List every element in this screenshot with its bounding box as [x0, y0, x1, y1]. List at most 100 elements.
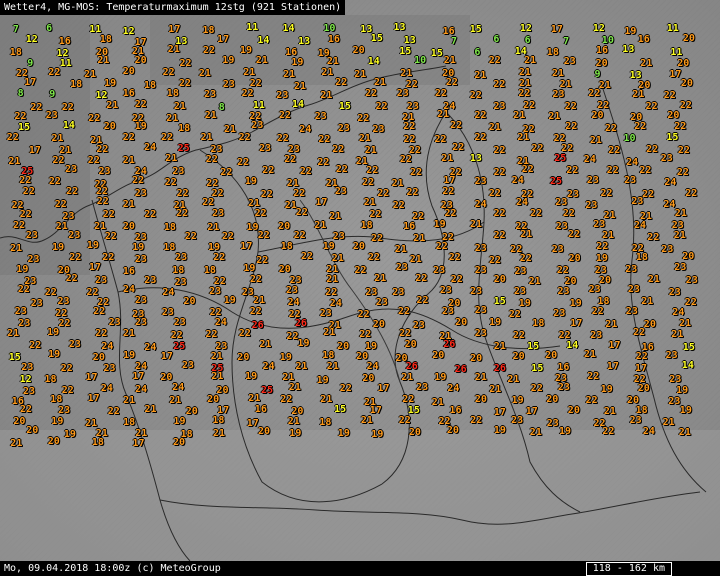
station-value: 23 — [204, 89, 217, 101]
station-value: 12 — [122, 25, 135, 37]
station-value: 12 — [519, 22, 532, 34]
station-value: 23 — [474, 265, 487, 277]
station-value: 22 — [279, 110, 292, 122]
station-value: 20 — [337, 341, 350, 352]
station-value: 20 — [372, 319, 385, 331]
station-value: 22 — [176, 187, 189, 199]
station-value: 22 — [493, 145, 506, 157]
station-value: 17 — [608, 340, 621, 352]
station-value: 21 — [167, 43, 180, 55]
station-value: 22 — [184, 230, 197, 242]
station-value: 12 — [592, 23, 605, 35]
station-value: 23 — [567, 189, 580, 200]
station-value: 22 — [568, 229, 581, 241]
station-value: 22 — [284, 153, 297, 165]
station-value: 22 — [406, 187, 419, 199]
station-value: 18 — [532, 318, 545, 330]
station-value: 19 — [16, 263, 29, 275]
station-value: 17 — [132, 437, 145, 449]
station-value: 22 — [530, 207, 543, 219]
station-value: 19 — [173, 416, 186, 428]
station-value: 21 — [122, 198, 135, 210]
station-value: 6 — [493, 34, 500, 46]
station-value: 16 — [449, 404, 462, 416]
station-value: 22 — [634, 121, 647, 133]
station-value: 21 — [589, 134, 602, 146]
station-value: 21 — [360, 415, 373, 427]
station-value: 21 — [287, 415, 300, 427]
station-value: 20 — [568, 253, 581, 265]
station-value: 21 — [253, 295, 266, 307]
station-value: 24 — [214, 316, 227, 328]
station-value: 22 — [14, 110, 27, 122]
station-value: 15 — [399, 45, 412, 57]
station-value: 21 — [437, 109, 450, 121]
station-value: 25 — [173, 341, 186, 353]
station-value: 21 — [204, 109, 217, 121]
station-value: 21 — [326, 56, 339, 68]
station-value: 22 — [566, 164, 579, 176]
station-value: 23 — [395, 261, 408, 273]
station-value: 22 — [399, 328, 412, 339]
station-value: 19 — [244, 175, 257, 187]
station-value: 21 — [213, 427, 226, 439]
station-value: 23 — [442, 306, 455, 318]
station-value: 21 — [528, 276, 541, 288]
station-value: 21 — [674, 208, 687, 219]
station-value: 20 — [680, 78, 693, 90]
station-value: 21 — [374, 77, 387, 89]
station-value: 6 — [46, 23, 53, 34]
station-value: 24 — [135, 383, 148, 395]
station-value: 23 — [588, 283, 601, 295]
station-value: 22 — [52, 155, 65, 167]
station-value: 19 — [337, 427, 350, 439]
station-value: 21 — [431, 396, 444, 408]
station-value: 19 — [240, 45, 253, 57]
station-value: 17 — [493, 407, 506, 419]
station-value: 17 — [669, 68, 682, 80]
station-value: 23 — [209, 286, 222, 298]
station-value: 22 — [470, 415, 483, 426]
station-value: 25 — [554, 152, 567, 164]
station-value: 23 — [372, 123, 385, 135]
station-value: 22 — [325, 286, 338, 298]
header-bar: Wetter4, MG-MOS: Temperaturmaximum 12stg… — [0, 0, 346, 15]
station-value: 15 — [493, 296, 506, 308]
station-value: 18 — [99, 34, 112, 46]
station-value: 17 — [246, 417, 259, 429]
station-value: 20 — [173, 436, 186, 448]
station-value: 14 — [681, 360, 694, 372]
station-value: 22 — [222, 230, 235, 242]
station-value: 23 — [412, 319, 425, 331]
station-value: 11 — [666, 22, 679, 34]
station-value: 18 — [202, 25, 215, 37]
station-value: 22 — [493, 78, 506, 90]
station-value: 22 — [213, 252, 226, 264]
station-value: 23 — [57, 296, 70, 308]
station-value: 22 — [170, 329, 183, 341]
station-value: 21 — [207, 222, 220, 234]
station-value: 20 — [160, 371, 173, 383]
station-value: 20 — [474, 394, 487, 406]
station-value: 22 — [357, 113, 370, 125]
station-value: 23 — [439, 284, 452, 296]
station-value: 23 — [629, 414, 642, 426]
station-value: 15 — [666, 131, 679, 143]
station-value: 13 — [298, 35, 311, 47]
station-value: 20 — [408, 427, 421, 439]
station-value: 15 — [469, 23, 482, 35]
station-value: 19 — [279, 352, 292, 364]
station-value: 24 — [123, 283, 136, 295]
station-value: 21 — [524, 55, 537, 67]
station-value: 24 — [663, 198, 676, 210]
station-value: 19 — [223, 295, 236, 307]
station-value: 22 — [66, 186, 79, 198]
station-value: 20 — [207, 393, 220, 405]
station-value: 23 — [553, 308, 566, 320]
station-value: 21 — [321, 67, 334, 79]
station-value: 23 — [174, 276, 187, 288]
station-value: 23 — [474, 305, 487, 317]
station-value: 22 — [176, 207, 189, 219]
station-value: 22 — [588, 88, 601, 100]
station-value: 23 — [25, 229, 38, 241]
